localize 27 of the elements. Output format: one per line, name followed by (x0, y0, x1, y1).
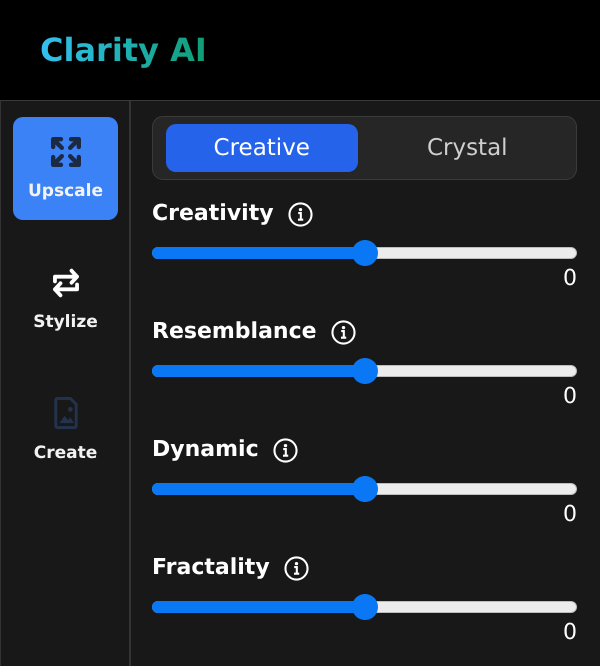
nav-button[interactable]: Create (13, 379, 118, 482)
info-icon[interactable] (284, 556, 309, 580)
swap-arrows-icon (50, 268, 80, 298)
slider-thumb[interactable] (352, 476, 378, 502)
slider-value: 0 (563, 266, 577, 292)
image-file-icon (54, 397, 78, 429)
nav-button[interactable]: Stylize (13, 248, 118, 351)
info-icon[interactable] (330, 320, 356, 344)
slider-value: 0 (563, 620, 577, 646)
slider[interactable] (152, 358, 577, 384)
info-icon[interactable] (288, 202, 313, 226)
slider-thumb[interactable] (352, 240, 378, 266)
info-icon[interactable] (272, 438, 298, 462)
slider-value: 0 (563, 384, 577, 410)
slider-thumb[interactable] (352, 358, 378, 384)
slider-label: Fractality (152, 554, 270, 582)
slider[interactable] (152, 240, 577, 266)
slider-thumb[interactable] (352, 594, 378, 620)
expand-icon (50, 137, 80, 167)
slider-label: Creativity (152, 200, 274, 228)
slider[interactable] (152, 476, 577, 502)
slider-label: Resemblance (152, 318, 317, 346)
slider[interactable] (152, 594, 577, 620)
mode-tab[interactable]: Creative (166, 124, 358, 172)
mode-tab[interactable]: Crystal (372, 124, 563, 172)
slider-label: Dynamic (152, 436, 259, 464)
slider-value: 0 (563, 502, 577, 528)
